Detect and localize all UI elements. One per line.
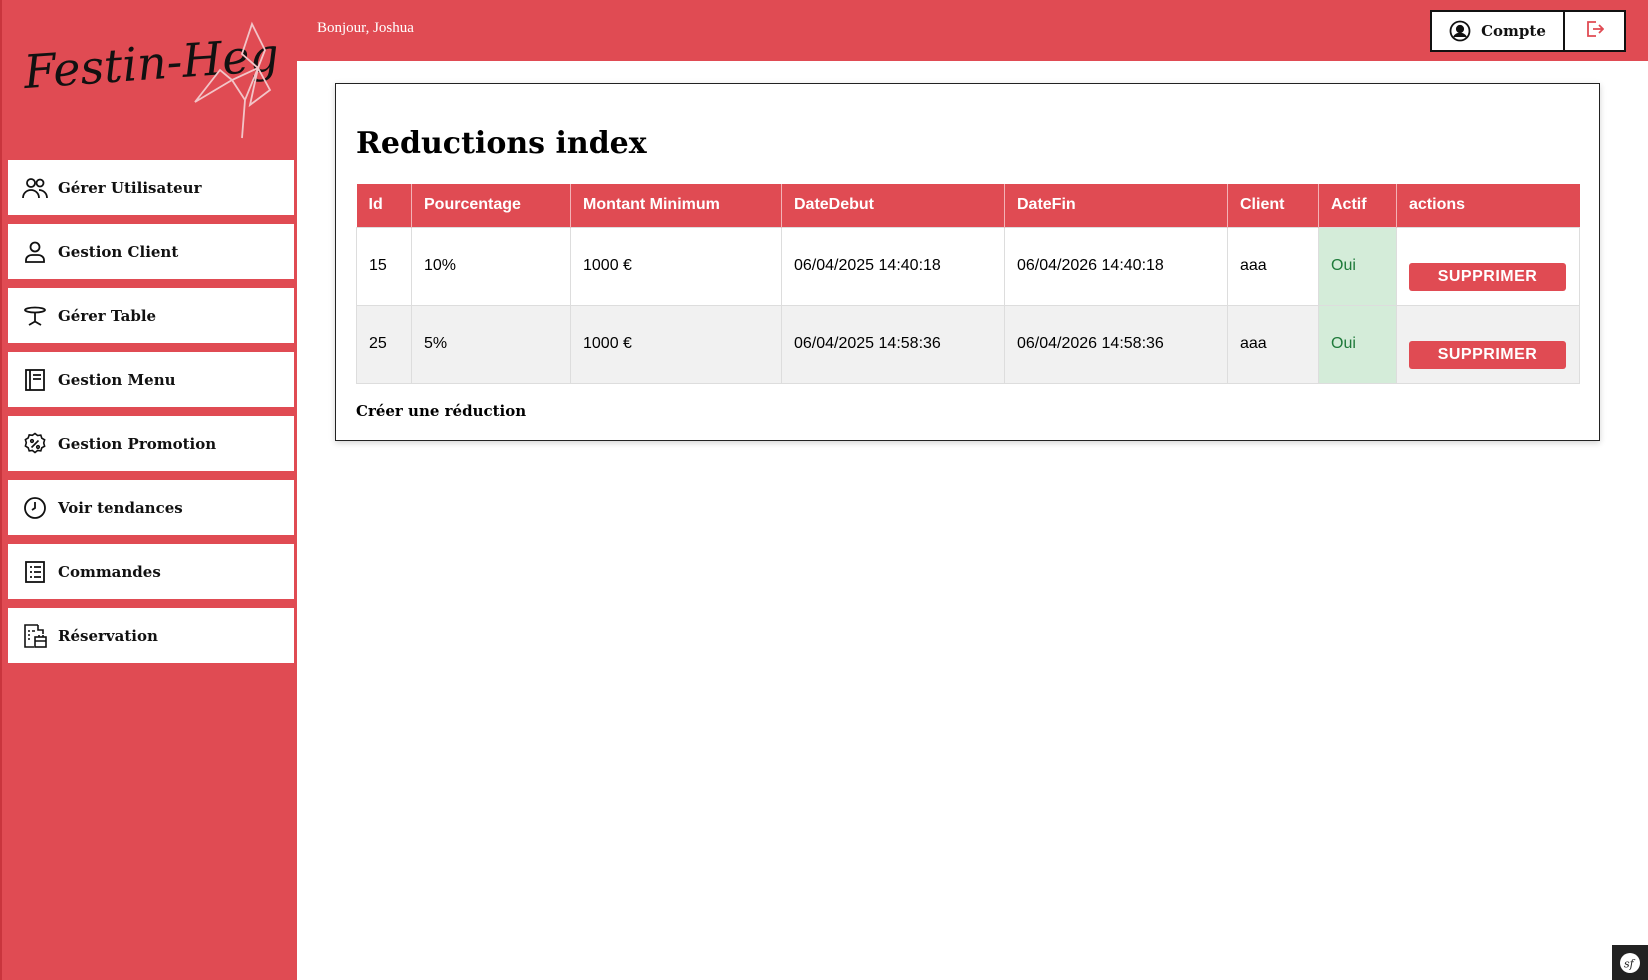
column-header-id: Id bbox=[356, 184, 412, 227]
sidebar-item-commandes[interactable]: Commandes bbox=[8, 544, 294, 599]
cell-montant: 1000 € bbox=[570, 304, 782, 384]
sidebar: Festin-Hegre Gérer Utilisateur Gestion C… bbox=[0, 0, 330, 980]
sidebar-item-label: Commandes bbox=[58, 562, 161, 581]
page-title: Reductions index bbox=[356, 126, 647, 161]
cell-pourcentage: 10% bbox=[411, 226, 571, 306]
sidebar-item-voir-tendances[interactable]: Voir tendances bbox=[8, 480, 294, 535]
cell-datefin: 06/04/2026 14:58:36 bbox=[1004, 304, 1228, 384]
account-button-label: Compte bbox=[1481, 22, 1546, 40]
cell-actif: Oui bbox=[1318, 226, 1397, 306]
sidebar-item-gerer-utilisateur[interactable]: Gérer Utilisateur bbox=[8, 160, 294, 215]
table-icon bbox=[22, 303, 48, 329]
create-reduction-link[interactable]: Créer une réduction bbox=[356, 402, 526, 420]
logout-button[interactable] bbox=[1565, 10, 1626, 52]
column-header-datefin: DateFin bbox=[1004, 184, 1228, 227]
sidebar-item-label: Voir tendances bbox=[58, 498, 183, 517]
cell-client: aaa bbox=[1227, 304, 1319, 384]
menu-book-icon bbox=[22, 367, 48, 393]
account-button[interactable]: Compte bbox=[1430, 10, 1565, 52]
column-header-montant-minimum: Montant Minimum bbox=[570, 184, 782, 227]
brand-logo[interactable]: Festin-Hegre bbox=[20, 10, 330, 145]
column-header-actif: Actif bbox=[1318, 184, 1397, 227]
symfony-toolbar-badge[interactable]: sf bbox=[1612, 945, 1648, 980]
sidebar-item-reservation[interactable]: Réservation bbox=[8, 608, 294, 663]
list-icon bbox=[22, 559, 48, 585]
cell-actif: Oui bbox=[1318, 304, 1397, 384]
symfony-icon: sf bbox=[1620, 952, 1640, 973]
cell-id: 25 bbox=[356, 304, 412, 384]
brand-logo-text: Festin-Hegre bbox=[21, 24, 280, 99]
cell-datedebut: 06/04/2025 14:40:18 bbox=[781, 226, 1005, 306]
column-header-datedebut: DateDebut bbox=[781, 184, 1005, 227]
top-bar: Bonjour, Joshua Compte bbox=[297, 0, 1648, 61]
cell-montant: 1000 € bbox=[570, 226, 782, 306]
reservation-icon bbox=[22, 623, 48, 649]
table-row: 25 5% 1000 € 06/04/2025 14:58:36 06/04/2… bbox=[356, 304, 1580, 384]
table-row: 15 10% 1000 € 06/04/2025 14:40:18 06/04/… bbox=[356, 226, 1580, 306]
sidebar-item-gestion-promotion[interactable]: Gestion Promotion bbox=[8, 416, 294, 471]
delete-button[interactable]: SUPPRIMER bbox=[1409, 263, 1566, 291]
greeting-text: Bonjour, Joshua bbox=[317, 20, 414, 36]
cell-id: 15 bbox=[356, 226, 412, 306]
sidebar-item-label: Gestion Menu bbox=[58, 370, 176, 389]
sidebar-item-gestion-client[interactable]: Gestion Client bbox=[8, 224, 294, 279]
table-header-row: Id Pourcentage Montant Minimum DateDebut… bbox=[356, 184, 1580, 227]
cell-pourcentage: 5% bbox=[411, 304, 571, 384]
sidebar-item-label: Gestion Client bbox=[58, 242, 179, 261]
sidebar-item-label: Réservation bbox=[58, 626, 158, 645]
column-header-actions: actions bbox=[1396, 184, 1580, 227]
sidebar-item-gestion-menu[interactable]: Gestion Menu bbox=[8, 352, 294, 407]
cell-actions: SUPPRIMER bbox=[1396, 226, 1580, 306]
column-header-client: Client bbox=[1227, 184, 1319, 227]
reductions-card: Reductions index Id Pourcentage Montant … bbox=[335, 83, 1600, 441]
column-header-pourcentage: Pourcentage bbox=[411, 184, 571, 227]
delete-button[interactable]: SUPPRIMER bbox=[1409, 341, 1566, 369]
reductions-table: Id Pourcentage Montant Minimum DateDebut… bbox=[356, 184, 1580, 384]
sidebar-item-label: Gérer Utilisateur bbox=[58, 178, 202, 197]
user-icon bbox=[22, 239, 48, 265]
sidebar-item-label: Gestion Promotion bbox=[58, 434, 217, 453]
cell-client: aaa bbox=[1227, 226, 1319, 306]
sidebar-item-label: Gérer Table bbox=[58, 306, 157, 325]
sidebar-item-gerer-table[interactable]: Gérer Table bbox=[8, 288, 294, 343]
cell-datedebut: 06/04/2025 14:58:36 bbox=[781, 304, 1005, 384]
logout-icon bbox=[1586, 20, 1604, 42]
user-circle-icon bbox=[1449, 20, 1471, 42]
cell-actions: SUPPRIMER bbox=[1396, 304, 1580, 384]
percent-badge-icon bbox=[22, 431, 48, 457]
users-icon bbox=[22, 175, 48, 201]
cell-datefin: 06/04/2026 14:40:18 bbox=[1004, 226, 1228, 306]
clock-icon bbox=[22, 495, 48, 521]
